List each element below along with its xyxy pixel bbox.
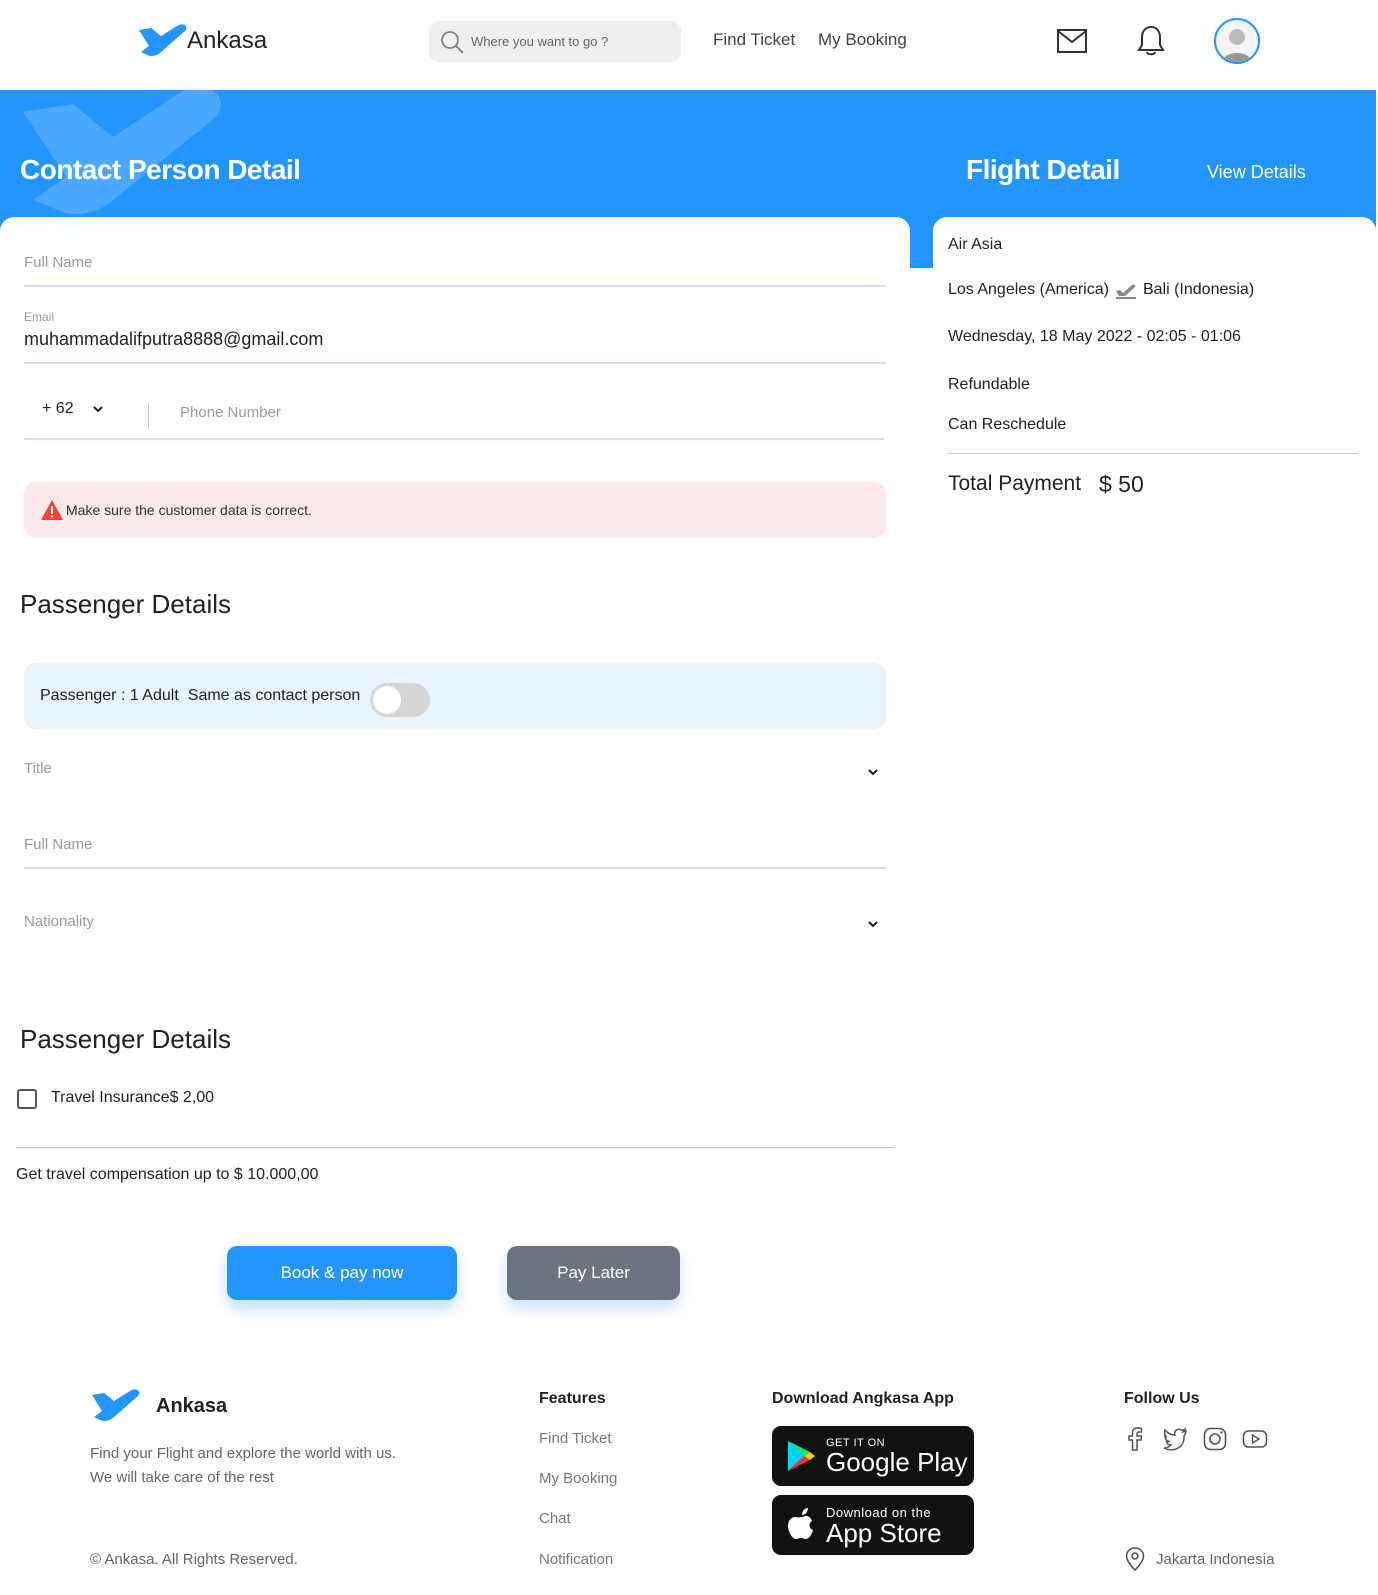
footer-logo[interactable]: Ankasa	[90, 1387, 227, 1425]
warning-text: Make sure the customer data is correct.	[66, 502, 312, 518]
passenger-count: Passenger : 1 Adult	[40, 687, 179, 704]
location-text: Jakarta Indonesia	[1156, 1550, 1275, 1568]
plane-logo-icon	[139, 24, 187, 56]
search-icon	[441, 30, 464, 54]
phone-number-field[interactable]: Phone Number	[180, 404, 281, 421]
instagram-icon[interactable]	[1202, 1426, 1228, 1452]
insurance-divider	[16, 1147, 894, 1148]
refundable-info: Refundable	[948, 376, 1030, 393]
download-heading: Download Angkasa App	[772, 1390, 954, 1407]
field-underline	[24, 285, 886, 287]
phone-code-select[interactable]: + 62	[42, 400, 104, 418]
chevron-down-icon	[868, 769, 878, 776]
plane-icon	[1115, 284, 1136, 299]
brand-name: Ankasa	[187, 27, 268, 54]
contact-full-name-field[interactable]: Full Name	[24, 254, 92, 271]
reschedule-info: Can Reschedule	[948, 416, 1067, 433]
field-underline	[24, 362, 886, 364]
same-as-contact-toggle[interactable]	[370, 683, 431, 717]
user-avatar-icon	[1223, 29, 1251, 62]
twitter-icon[interactable]	[1162, 1426, 1188, 1452]
route-origin: Los Angeles (America)	[948, 281, 1109, 298]
google-play-button[interactable]: GET IT ON Google Play	[772, 1426, 974, 1486]
footer-link-chat[interactable]: Chat	[539, 1510, 571, 1527]
passenger-full-name-field[interactable]: Full Name	[24, 836, 92, 853]
flight-section-title: Flight Detail	[966, 154, 1120, 185]
footer-link-notification[interactable]: Notification	[539, 1551, 613, 1568]
nav-find-ticket[interactable]: Find Ticket	[713, 30, 795, 50]
view-details-link[interactable]: View Details	[1207, 162, 1306, 183]
avatar[interactable]	[1214, 18, 1260, 64]
search-bar[interactable]	[429, 21, 681, 62]
navbar: Ankasa Find Ticket My Booking	[0, 0, 1378, 90]
footer-brand-name: Ankasa	[156, 1394, 228, 1417]
compensation-text: Get travel compensation up to $ 10.000,0…	[16, 1166, 319, 1183]
follow-us-heading: Follow Us	[1124, 1390, 1200, 1407]
youtube-icon[interactable]	[1242, 1426, 1268, 1452]
flight-datetime: Wednesday, 18 May 2022 - 02:05 - 01:06	[948, 328, 1241, 345]
field-underline	[24, 438, 884, 440]
pay-later-button[interactable]: Pay Later	[507, 1246, 680, 1300]
app-store-big: App Store	[826, 1517, 942, 1548]
chevron-down-icon	[92, 406, 103, 413]
passenger-details-title: Passenger Details	[20, 589, 231, 619]
search-input[interactable]	[471, 34, 671, 49]
brand-logo[interactable]: Ankasa	[137, 22, 267, 60]
travel-insurance-checkbox[interactable]	[17, 1089, 37, 1109]
location-pin-icon	[1125, 1547, 1145, 1572]
phone-code-value: + 62	[42, 400, 74, 417]
google-play-big: Google Play	[826, 1447, 968, 1477]
airline-name: Air Asia	[948, 236, 1003, 253]
passenger-summary-box: Passenger : 1 Adult Same as contact pers…	[24, 663, 886, 729]
insurance-name: Travel Insurance	[51, 1089, 170, 1106]
travel-insurance-label: Travel Insurance$ 2,00	[51, 1089, 214, 1107]
insurance-price: $ 2,00	[169, 1089, 215, 1106]
warning-icon	[41, 500, 63, 520]
route-destination: Bali (Indonesia)	[1142, 281, 1255, 298]
bell-icon[interactable]	[1136, 24, 1166, 58]
features-heading: Features	[539, 1390, 606, 1407]
nationality-select[interactable]: Nationality	[24, 913, 94, 930]
field-underline	[24, 867, 886, 869]
warning-banner: Make sure the customer data is correct.	[24, 482, 886, 538]
facebook-icon[interactable]	[1122, 1426, 1148, 1452]
app-store-button[interactable]: Download on the App Store	[772, 1495, 974, 1555]
total-payment-label: Total Payment	[948, 472, 1082, 495]
book-pay-now-button[interactable]: Book & pay now	[227, 1246, 457, 1300]
footer-link-my-booking[interactable]: My Booking	[539, 1470, 617, 1487]
location-info: Jakarta Indonesia	[1124, 1546, 1274, 1572]
same-as-contact-label: Same as contact person	[187, 687, 361, 704]
mail-icon[interactable]	[1056, 26, 1088, 56]
chevron-down-icon	[868, 921, 878, 928]
email-field[interactable]: muhammadalifputra8888@gmail.com	[24, 329, 323, 350]
plane-logo-icon	[92, 1389, 140, 1421]
footer-copyright: © Ankasa. All Rights Reserved.	[90, 1551, 298, 1568]
google-play-icon	[788, 1441, 815, 1471]
apple-icon	[788, 1508, 813, 1539]
footer-description: Find your Flight and explore the world w…	[90, 1445, 396, 1486]
insurance-section-title: Passenger Details	[20, 1024, 231, 1054]
footer-link-find-ticket[interactable]: Find Ticket	[539, 1430, 612, 1447]
email-label: Email	[24, 310, 55, 324]
phone-separator	[148, 403, 149, 429]
flight-divider	[948, 453, 1358, 454]
contact-section-title: Contact Person Detail	[20, 154, 301, 185]
nav-my-booking[interactable]: My Booking	[818, 30, 907, 50]
title-select[interactable]: Title	[24, 760, 52, 777]
total-payment-value: $ 50	[1099, 471, 1144, 497]
flight-route: Los Angeles (America) Bali (Indonesia)	[948, 281, 1254, 299]
